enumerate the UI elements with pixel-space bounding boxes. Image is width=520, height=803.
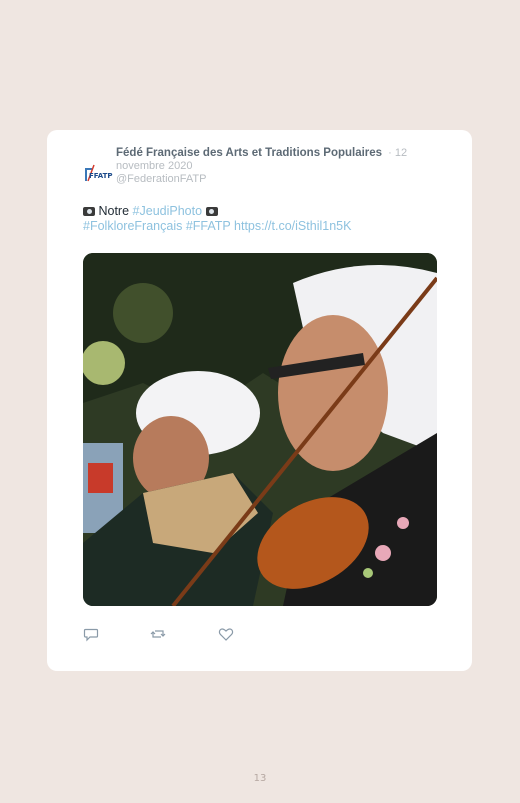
tweet-photo[interactable] xyxy=(83,253,437,606)
hashtag-ffatp[interactable]: #FFATP xyxy=(186,219,231,233)
camera-icon xyxy=(83,207,95,216)
like-icon[interactable] xyxy=(218,626,234,642)
logo-text: FFATP xyxy=(89,172,113,180)
hashtag-jeudiphoto[interactable]: #JeudiPhoto xyxy=(133,204,203,218)
separator: · xyxy=(388,147,392,159)
retweet-icon[interactable] xyxy=(150,626,166,642)
hashtag-folklorefrancais[interactable]: #FolkloreFrançais xyxy=(83,219,182,233)
tweet-header: Fédé Française des Arts et Traditions Po… xyxy=(116,147,416,186)
tweet-word: Notre xyxy=(98,204,130,218)
author-name[interactable]: Fédé Française des Arts et Traditions Po… xyxy=(116,147,382,159)
tweet-text: Notre #JeudiPhoto #FolkloreFrançais #FFA… xyxy=(83,204,443,234)
author-handle[interactable]: @FederationFATP xyxy=(116,173,206,185)
reply-icon[interactable] xyxy=(83,626,99,642)
tweet-actions xyxy=(83,626,283,642)
camera-icon xyxy=(205,207,218,216)
federation-logo: FFATP xyxy=(85,164,113,182)
page-number: 13 xyxy=(253,773,267,784)
tweet-card: FFATP Fédé Française des Arts et Traditi… xyxy=(47,130,472,671)
tweet-link[interactable]: https://t.co/iSthil1n5K xyxy=(234,219,351,233)
